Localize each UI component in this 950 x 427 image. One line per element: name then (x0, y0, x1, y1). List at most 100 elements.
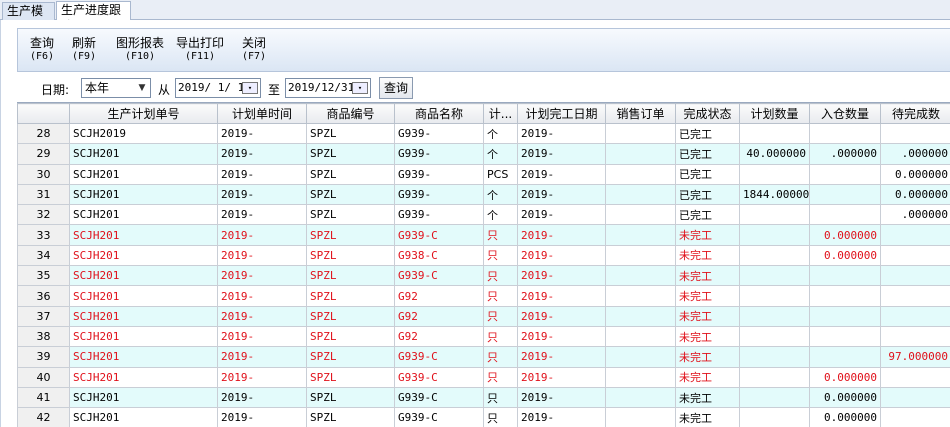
calendar-icon[interactable]: ▾ (352, 82, 368, 94)
cell-code: SPZL (306, 346, 395, 368)
table-row[interactable]: 32 SCJH201 2019- SPZL G939- 个 2019- 已完工 .000000 (17, 204, 950, 226)
cell-order (605, 346, 676, 368)
cell-order (605, 285, 676, 307)
export-print-button[interactable]: 导出打印 (F11) (176, 37, 224, 63)
column-header[interactable]: 计划数量 (739, 103, 810, 124)
cell-plan: SCJH2019 (69, 122, 218, 145)
column-header[interactable]: 商品名称 (394, 103, 484, 124)
table-row[interactable]: 29 SCJH201 2019- SPZL G939- 个 2019- 已完工 40.00000… (17, 143, 950, 165)
cell-status: 已完工 (675, 204, 740, 226)
cell-name: G939- (394, 143, 484, 165)
cell-plan: SCJH201 (69, 163, 218, 185)
column-header[interactable]: 计划完工日期 (517, 103, 606, 124)
table-row[interactable]: 39 SCJH201 2019- SPZL G939-C 只 2019- 未完工 97.0000… (17, 346, 950, 368)
cell-n: 38 (17, 325, 70, 348)
table-row[interactable]: 34 SCJH201 2019- SPZL G938-C 只 2019- 未完工 0.00000… (17, 244, 950, 267)
close-shortcut: (F7) (242, 51, 267, 62)
chevron-down-icon: ▼ (138, 83, 146, 93)
date-label: 日期: (41, 83, 70, 97)
cell-status: 未完工 (675, 224, 740, 246)
table-row[interactable]: 41 SCJH201 2019- SPZL G939-C 只 2019- 未完工 0.00000… (17, 386, 950, 409)
cell-stock (809, 163, 881, 185)
cell-time: 2019- (217, 346, 307, 368)
tab-production-module[interactable]: 生产模块 (2, 2, 55, 34)
refresh-shortcut: (F9) (72, 51, 97, 62)
cell-unit: 个 (483, 183, 518, 206)
table-row[interactable]: 33 SCJH201 2019- SPZL G939-C 只 2019- 未完工 0.00000… (17, 224, 950, 246)
query-toolbar-button[interactable]: 查询 (F6) (30, 37, 54, 63)
from-date-picker[interactable]: 2019/ 1/ 1 ▾ (175, 78, 261, 98)
cell-name: G939-C (394, 386, 484, 409)
cell-finish: 2019- (517, 224, 606, 246)
cell-unit: 只 (483, 346, 518, 368)
column-header[interactable]: 待完成数 (880, 103, 950, 124)
table-row[interactable]: 42 SCJH201 2019- SPZL G939-C 只 2019- 未完工 0.00000… (17, 407, 950, 427)
cell-remain (880, 366, 950, 388)
cell-name: G939- (394, 204, 484, 226)
cell-code: SPZL (306, 163, 395, 185)
cell-time: 2019- (217, 143, 307, 165)
calendar-icon[interactable]: ▾ (242, 82, 258, 94)
table-row[interactable]: 36 SCJH201 2019- SPZL G92 只 2019- 未完工 (17, 285, 950, 307)
cell-stock: 0.000000 (809, 407, 881, 427)
cell-time: 2019- (217, 265, 307, 287)
cell-name: G939- (394, 163, 484, 185)
cell-n: 29 (17, 143, 70, 165)
cell-order (605, 224, 676, 246)
cell-stock: .000000 (809, 143, 881, 165)
cell-plan: SCJH201 (69, 346, 218, 368)
table-row[interactable]: 35 SCJH201 2019- SPZL G939-C 只 2019- 未完工 (17, 265, 950, 287)
cell-unit: 只 (483, 386, 518, 409)
table-row[interactable]: 31 SCJH201 2019- SPZL G939- 个 2019- 已完工 1844.000… (17, 183, 950, 206)
column-header[interactable]: 计... (483, 103, 518, 124)
cell-qty (739, 285, 810, 307)
cell-qty (739, 305, 810, 327)
table-row[interactable]: 28 SCJH2019 2019- SPZL G939- 个 2019- 已完工 (17, 122, 950, 145)
cell-finish: 2019- (517, 366, 606, 388)
column-header[interactable]: 完成状态 (675, 103, 740, 124)
cell-time: 2019- (217, 122, 307, 145)
cell-code: SPZL (306, 407, 395, 427)
cell-plan: SCJH201 (69, 325, 218, 348)
module-tabbar: 生产模块 生产进度跟踪 (0, 0, 950, 34)
refresh-button[interactable]: 刷新 (F9) (72, 37, 96, 63)
cell-remain: 0.000000 (880, 183, 950, 206)
table-row[interactable]: 30 SCJH201 2019- SPZL G939- PCS 2019- 已完工 0.0000… (17, 163, 950, 185)
cell-remain (880, 285, 950, 307)
cell-qty (739, 366, 810, 388)
cell-n: 36 (17, 285, 70, 307)
table-row[interactable]: 38 SCJH201 2019- SPZL G92 只 2019- 未完工 (17, 325, 950, 348)
period-select[interactable]: 本年 ▼ (81, 78, 151, 98)
cell-status: 未完工 (675, 346, 740, 368)
query-button[interactable]: 查询 (379, 77, 413, 99)
chart-report-button[interactable]: 图形报表 (F10) (116, 37, 164, 63)
cell-plan: SCJH201 (69, 305, 218, 327)
cell-finish: 2019- (517, 305, 606, 327)
column-header[interactable]: 商品编号 (306, 103, 395, 124)
table-row[interactable]: 37 SCJH201 2019- SPZL G92 只 2019- 未完工 (17, 305, 950, 327)
column-header[interactable]: 入仓数量 (809, 103, 881, 124)
cell-finish: 2019- (517, 265, 606, 287)
from-date-value: 2019/ 1/ 1 (178, 81, 245, 94)
column-header[interactable]: 计划单时间 (217, 103, 307, 124)
cell-n: 34 (17, 244, 70, 267)
cell-qty: 40.000000 (739, 143, 810, 165)
to-date-picker[interactable]: 2019/12/31 ▾ (285, 78, 371, 98)
column-header[interactable] (17, 103, 70, 124)
progress-grid[interactable]: 生产计划单号 计划单时间 商品编号 商品名称 计... 计划完工日期 销售订单 完成状态 计划数… (17, 102, 950, 427)
cell-code: SPZL (306, 143, 395, 165)
column-header[interactable]: 销售订单 (605, 103, 676, 124)
cell-finish: 2019- (517, 386, 606, 409)
cell-qty (739, 224, 810, 246)
cell-order (605, 143, 676, 165)
main-panel: 查询 (F6) 刷新 (F9) 图形报表 (F10) 导出打印 (F11) 关闭… (0, 20, 950, 427)
tab-progress-tracking[interactable]: 生产进度跟踪 (56, 1, 131, 33)
column-header[interactable]: 生产计划单号 (69, 103, 218, 124)
table-row[interactable]: 40 SCJH201 2019- SPZL G939-C 只 2019- 未完工 0.00000… (17, 366, 950, 388)
close-button[interactable]: 关闭 (F7) (242, 37, 266, 63)
cell-n: 42 (17, 407, 70, 427)
cell-finish: 2019- (517, 244, 606, 267)
cell-name: G939-C (394, 224, 484, 246)
cell-stock: 0.000000 (809, 366, 881, 388)
cell-remain (880, 265, 950, 287)
